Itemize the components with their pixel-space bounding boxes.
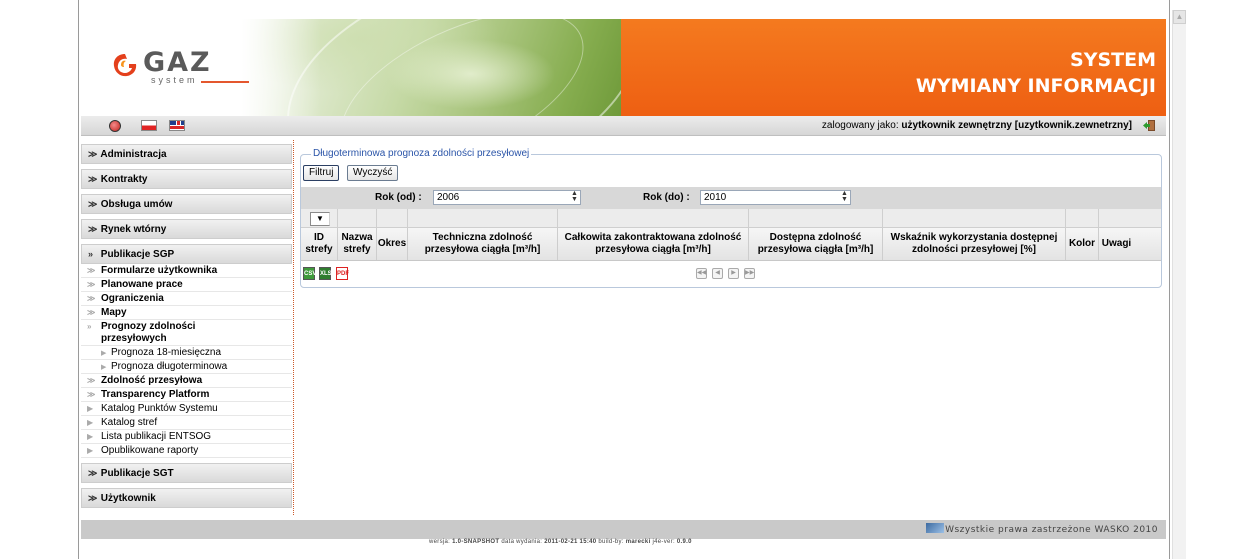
publikacje-sgp-items: ≫ Formularze użytkownika ≫ Planowane prace… [81,264,292,458]
sidebar-item-katalog-stref[interactable]: ▶ Katalog stref [81,416,292,430]
prev-page-icon[interactable]: ◀ [712,268,723,279]
version-info: wersja: 1.0-SNAPSHOT data wydania: 2011-… [429,539,692,545]
system-title-line2: WYMIANY INFORMACJI [915,75,1156,97]
grid: ▼ ID strefy Nazwa strefy Okres Techniczn… [301,209,1161,261]
sidebar-section-publikacje-sgt[interactable]: ≫ Publikacje SGT [81,463,292,483]
header-banner: GAZ system SYSTEM WYMIANY INFORMACJI [81,19,1166,116]
year-to-label: Rok (do) : [643,192,690,203]
grid-filter-dropdown[interactable]: ▼ [310,212,330,226]
sidebar-section-uzytkownik[interactable]: ≫ Użytkownik [81,488,292,508]
system-title: SYSTEM WYMIANY INFORMACJI [916,47,1156,99]
page-frame: GAZ system SYSTEM WYMIANY INFORMACJI zal… [78,0,1170,559]
logo-subtitle: system [151,75,198,85]
sidebar-item-prognoza-18[interactable]: ▶ Prognoza 18-miesięczna [81,346,292,360]
chevron-double-down-icon: ≫ [88,174,98,184]
uk-flag-icon[interactable] [169,120,185,131]
chevron-double-down-icon: ≫ [88,468,98,478]
sidebar-section-kontrakty[interactable]: ≫ Kontrakty [81,169,292,189]
column-header[interactable]: Techniczna zdolność przesyłowa ciągła [m… [408,228,558,260]
year-from-select[interactable]: 2006 ▲ ▼ [433,190,581,205]
logged-user-name: użytkownik zewnętrzny [uzytkownik.zewnet… [901,120,1132,131]
panel-title: Długoterminowa prognoza zdolności przesy… [311,148,532,159]
chevron-down-icon: ≫ [87,308,96,317]
sidebar-menu: ≫ Administracja ≫ Kontrakty ≫ Obsługa um… [81,144,292,513]
polish-flag-icon[interactable] [141,120,157,131]
grid-filter-row: ▼ [301,209,1161,228]
triangle-right-icon: ▶ [87,432,94,441]
sidebar-item-raporty[interactable]: ▶ Opublikowane raporty [81,444,292,458]
chevron-right-icon: » [87,322,92,331]
sidebar-item-ograniczenia[interactable]: ≫ Ograniczenia [81,292,292,306]
sidebar-item-formularze[interactable]: ≫ Formularze użytkownika [81,264,292,278]
chevron-down-icon: ▼ [316,214,324,223]
clear-button[interactable]: Wyczyść [347,165,399,181]
triangle-right-icon: ▶ [101,364,107,371]
spinner-icon: ▲ ▼ [841,190,848,203]
forecast-panel: Długoterminowa prognoza zdolności przesy… [300,148,1162,288]
column-header[interactable]: Okres [377,228,408,260]
column-header[interactable]: Nazwa strefy [338,228,377,260]
sidebar-item-entsog[interactable]: ▶ Lista publikacji ENTSOG [81,430,292,444]
chevron-double-down-icon: ≫ [88,199,98,209]
year-to-select[interactable]: 2010 ▲ ▼ [700,190,851,205]
wasko-logo-icon [926,523,945,533]
scroll-up-icon[interactable]: ▲ [1173,10,1186,24]
triangle-right-icon: ▶ [87,446,94,455]
chevron-double-down-icon: ≫ [88,224,98,234]
chevron-down-icon: ≫ [87,294,96,303]
export-excel-icon[interactable]: XLS [319,267,332,280]
chevron-double-down-icon: ≫ [88,149,98,159]
sidebar-item-transparency[interactable]: ≫ Transparency Platform [81,388,292,402]
filter-button[interactable]: Filtruj [303,165,340,181]
first-page-icon[interactable]: ◀◀ [696,268,707,279]
home-icon[interactable] [109,120,121,132]
sidebar-item-prognoza-dlugoterminowa[interactable]: ▶ Prognoza długoterminowa [81,360,292,374]
column-header[interactable]: Kolor [1066,228,1099,260]
sidebar-item-zdolnosc[interactable]: ≫ Zdolność przesyłowa [81,374,292,388]
logged-as-label: zalogowany jako: [821,120,899,131]
logout-icon[interactable] [1142,119,1156,132]
chevron-double-down-icon: ≫ [88,493,98,503]
triangle-right-icon: ▶ [101,350,107,357]
flame-logo-icon [113,54,137,77]
sidebar-section-rynek-wtorny[interactable]: ≫ Rynek wtórny [81,219,292,239]
vertical-scrollbar[interactable]: ▲ [1172,10,1186,559]
next-page-icon[interactable]: ▶ [728,268,739,279]
sidebar-item-prognozy[interactable]: » Prognozy zdolności przesyłowych [81,320,292,346]
logged-user-info: zalogowany jako: użytkownik zewnętrzny [… [822,120,1132,131]
column-header[interactable]: Całkowita zakontraktowana zdolność przes… [558,228,749,260]
copyright: Wszystkie prawa zastrzeżone WASKO 2010 [926,523,1158,535]
spinner-icon: ▲ ▼ [571,190,578,203]
sidebar-item-katalog-punktow[interactable]: ▶ Katalog Punktów Systemu [81,402,292,416]
chevron-down-icon: ≫ [87,280,96,289]
grid-header-row: ID strefy Nazwa strefy Okres Techniczna … [301,228,1161,261]
column-header[interactable]: ID strefy [301,228,338,260]
system-title-line1: SYSTEM [1070,49,1156,71]
column-header[interactable]: Wskaźnik wykorzystania dostępnej zdolnoś… [883,228,1066,260]
top-toolbar: zalogowany jako: użytkownik zewnętrzny [… [81,116,1166,136]
column-header[interactable]: Dostępna zdolność przesyłowa ciągła [m³/… [749,228,883,260]
gaz-system-logo[interactable]: GAZ system [111,47,251,87]
filter-row: Rok (od) : 2006 ▲ ▼ Rok (do) : 2010 ▲ ▼ [301,187,1161,209]
triangle-right-icon: ▶ [87,404,94,413]
sidebar-item-planowane-prace[interactable]: ≫ Planowane prace [81,278,292,292]
footer-bar: Wszystkie prawa zastrzeżone WASKO 2010 [81,520,1166,539]
sidebar-section-obsluga-umow[interactable]: ≫ Obsługa umów [81,194,292,214]
logo-word: GAZ [143,47,212,78]
sidebar-item-mapy[interactable]: ≫ Mapy [81,306,292,320]
last-page-icon[interactable]: ▶▶ [744,268,755,279]
grid-footer: CSV XLS PDF ◀◀ ◀ ▶ ▶▶ [301,265,1161,283]
chevron-down-icon: ≫ [87,390,96,399]
chevron-down-icon: ≫ [87,266,96,275]
sidebar-section-publikacje-sgp[interactable]: » Publikacje SGP [81,244,292,264]
chevron-down-icon: ≫ [87,376,96,385]
year-from-label: Rok (od) : [375,192,422,203]
export-csv-icon[interactable]: CSV [303,267,316,280]
sidebar-divider [293,140,294,515]
triangle-right-icon: ▶ [87,418,94,427]
sidebar-section-administracja[interactable]: ≫ Administracja [81,144,292,164]
chevron-double-right-icon: » [88,249,94,259]
export-pdf-icon[interactable]: PDF [336,267,349,280]
column-header[interactable]: Uwagi [1099,228,1134,260]
